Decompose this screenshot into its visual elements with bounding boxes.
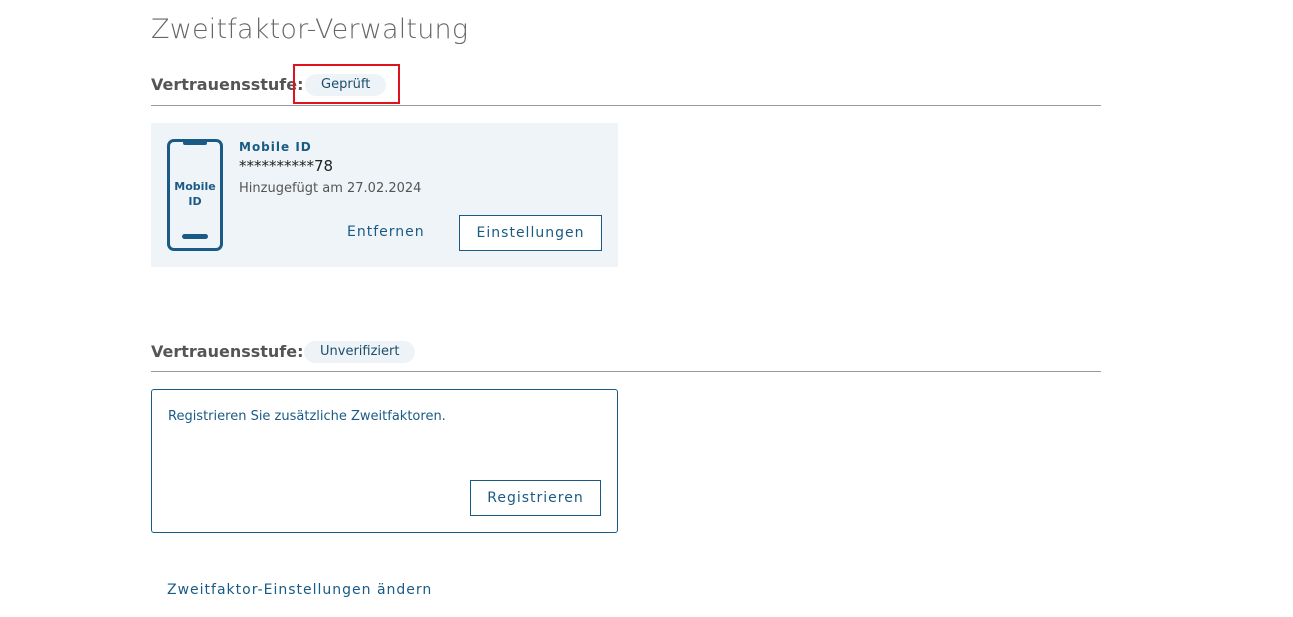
remove-button[interactable]: Entfernen	[347, 224, 425, 240]
phone-icon-label-line2: ID	[188, 195, 202, 208]
change-2fa-settings-link[interactable]: Zweitfaktor-Einstellungen ändern	[167, 582, 432, 598]
settings-button[interactable]: Einstellungen	[459, 215, 602, 251]
section-divider	[151, 371, 1101, 372]
phone-home-bar	[182, 234, 208, 239]
phone-notch	[183, 141, 207, 145]
register-description: Registrieren Sie zusätzliche Zweitfaktor…	[168, 409, 446, 424]
trust-level-label: Vertrauensstufe:	[151, 75, 304, 94]
device-number: **********78	[239, 157, 334, 175]
highlight-frame	[293, 64, 400, 104]
device-card: Mobile ID Mobile ID **********78 Hinzuge…	[151, 123, 618, 267]
mobile-phone-icon: Mobile ID	[167, 139, 223, 251]
section-divider	[151, 105, 1101, 106]
register-card: Registrieren Sie zusätzliche Zweitfaktor…	[151, 389, 618, 533]
phone-icon-label: Mobile ID	[170, 179, 220, 209]
trust-level-label: Vertrauensstufe:	[151, 342, 304, 361]
device-added-date: Hinzugefügt am 27.02.2024	[239, 181, 422, 196]
device-name: Mobile ID	[239, 140, 312, 154]
status-badge-unverified: Unverifiziert	[304, 341, 416, 363]
register-button[interactable]: Registrieren	[470, 480, 601, 516]
phone-icon-label-line1: Mobile	[174, 180, 216, 193]
page-title: Zweitfaktor-Verwaltung	[151, 14, 469, 45]
unverified-section-header: Vertrauensstufe: Unverifiziert	[151, 341, 1101, 365]
